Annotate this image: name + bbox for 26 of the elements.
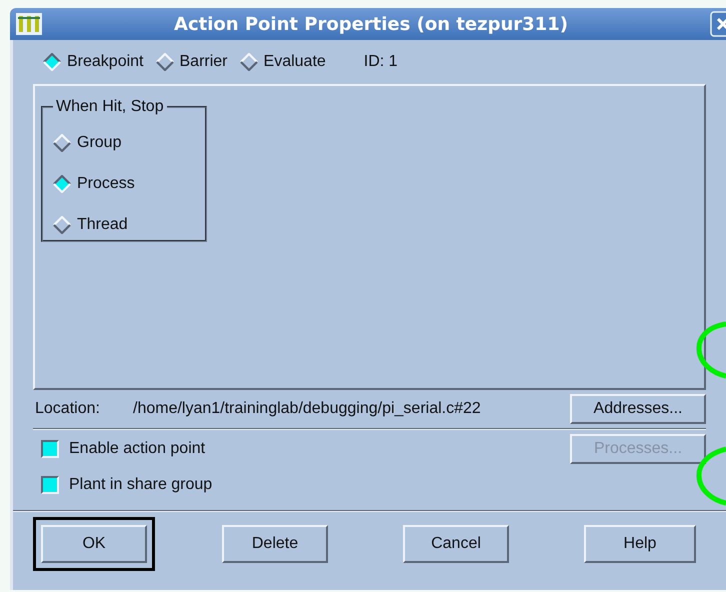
radio-option[interactable]: Group	[53, 122, 195, 163]
dialog-button[interactable]: Cancel	[403, 525, 509, 563]
dialog-button[interactable]: OK	[41, 525, 147, 563]
dialog-button[interactable]: Help	[584, 525, 696, 563]
radio-label: Barrier	[180, 53, 228, 71]
radio-option[interactable]: Process	[53, 163, 195, 204]
group-title: When Hit, Stop	[55, 98, 165, 116]
checkbox-option[interactable]: Enable action point	[41, 439, 212, 459]
radio-label: Process	[77, 174, 135, 192]
id-label: ID: 1	[364, 53, 398, 71]
radio-option[interactable]: Barrier	[156, 53, 228, 71]
radio-option[interactable]: Evaluate	[240, 53, 326, 71]
radio-label: Group	[77, 134, 122, 152]
radio-label: Breakpoint	[67, 53, 144, 71]
dialog-button[interactable]: Delete	[222, 525, 328, 563]
checkbox-label: Plant in share group	[69, 476, 212, 494]
radio-label: Thread	[77, 216, 128, 234]
radio-option[interactable]: Breakpoint	[43, 53, 144, 71]
location-label: Location:	[35, 400, 101, 418]
radio-label: Evaluate	[264, 53, 326, 71]
checkbox-option[interactable]: Plant in share group	[41, 475, 212, 495]
checkbox-label: Enable action point	[69, 440, 206, 458]
radio-option[interactable]: Thread	[53, 204, 195, 245]
window-title: Action Point Properties (on tezpur311)	[173, 14, 569, 34]
location-path: /home/lyan1/traininglab/debugging/pi_serial.c#22	[133, 400, 482, 418]
addresses-button[interactable]: Addresses...	[570, 394, 706, 424]
